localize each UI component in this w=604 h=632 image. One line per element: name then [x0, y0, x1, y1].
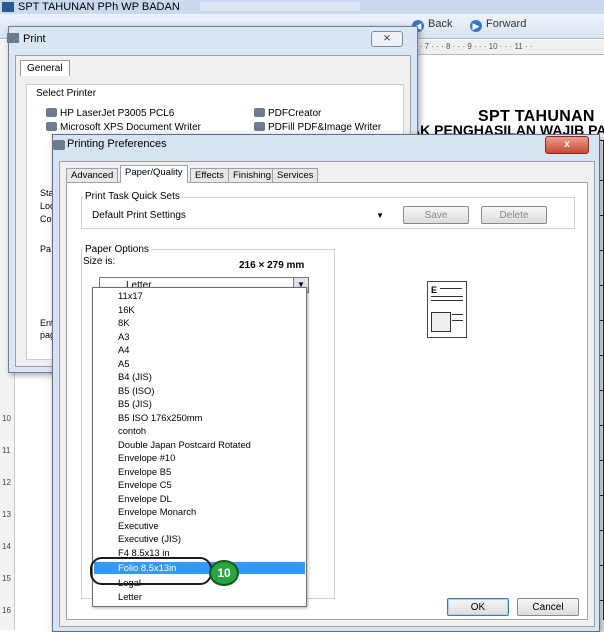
ruler-number: 10	[2, 414, 11, 423]
word-window-title: SPT TAHUNAN PPh WP BADAN	[18, 1, 180, 13]
select-printer-label: Select Printer	[34, 88, 99, 99]
printer-name: Microsoft XPS Document Writer	[60, 122, 201, 133]
printer-item[interactable]: HP LaserJet P3005 PCL6	[46, 108, 174, 119]
horizontal-ruler: · · · 7 · · · 8 · · · 9 · · · 10 · · · 1…	[410, 40, 604, 55]
list-item[interactable]: contoh	[94, 425, 305, 437]
annotation-highlight-ring	[90, 557, 212, 585]
ok-button[interactable]: OK	[447, 598, 509, 616]
list-item[interactable]: A5	[94, 358, 305, 370]
preview-line	[452, 320, 463, 321]
printer-item[interactable]: PDFill PDF&Image Writer	[254, 122, 381, 133]
tab-services[interactable]: Services	[272, 168, 319, 183]
forward-label: Forward	[486, 18, 527, 30]
title-blur	[200, 2, 360, 11]
quick-sets-select[interactable]: Default Print Settings ▼	[87, 207, 387, 223]
print-close-button[interactable]: ⨯	[371, 31, 403, 47]
list-item[interactable]: Executive	[94, 520, 305, 532]
print-dialog-title: Print	[23, 33, 46, 45]
prefs-close-button[interactable]: x	[545, 136, 589, 154]
back-button[interactable]: ◀Back	[412, 18, 452, 32]
tab-finishing[interactable]: Finishing	[228, 168, 277, 183]
tab-general[interactable]: General	[20, 60, 70, 76]
size-value: 216 × 279 mm	[239, 260, 305, 271]
printer-icon	[254, 108, 265, 117]
size-is-label: Size is:	[83, 256, 116, 267]
printer-item[interactable]: PDFCreator	[254, 108, 321, 119]
step-number-badge: 10	[209, 560, 239, 586]
tab-paper-quality[interactable]: Paper/Quality	[120, 165, 188, 183]
list-item[interactable]: B5 (JIS)	[94, 398, 305, 410]
word-app-icon	[2, 2, 14, 12]
printer-name: PDFCreator	[268, 108, 322, 119]
cancel-button[interactable]: Cancel	[517, 598, 579, 616]
list-item[interactable]: Envelope C5	[94, 479, 305, 491]
list-item[interactable]: 8K	[94, 317, 305, 329]
preview-line	[440, 288, 462, 289]
ruler-number: 14	[2, 542, 11, 551]
list-item[interactable]: Letter	[94, 591, 305, 603]
ruler-number: 11	[2, 446, 11, 455]
dropdown-arrow-icon: ▼	[376, 211, 384, 220]
forward-button[interactable]: ▶ Forward	[470, 18, 526, 32]
forward-arrow-icon: ▶	[470, 20, 482, 32]
list-item[interactable]: Envelope B5	[94, 466, 305, 478]
printer-icon	[7, 33, 19, 43]
save-button[interactable]: Save	[403, 206, 469, 224]
printer-icon	[46, 122, 57, 131]
tab-advanced[interactable]: Advanced	[66, 168, 119, 183]
delete-button[interactable]: Delete	[481, 206, 547, 224]
printer-icon	[254, 122, 265, 131]
list-item[interactable]: Envelope #10	[94, 452, 305, 464]
comment-label-fragment: Co	[40, 214, 52, 224]
prefs-dialog-title: Printing Preferences	[67, 138, 167, 150]
list-item[interactable]: Envelope DL	[94, 493, 305, 505]
list-item[interactable]: B4 (JIS)	[94, 371, 305, 383]
preview-glyph: E	[431, 285, 438, 295]
list-item[interactable]: Executive (JIS)	[94, 533, 305, 545]
list-item[interactable]: Envelope Monarch	[94, 506, 305, 518]
list-item[interactable]: 11x17	[94, 290, 305, 302]
preview-line	[452, 314, 463, 315]
quick-sets-value: Default Print Settings	[92, 210, 186, 221]
quick-sets-label: Print Task Quick Sets	[83, 191, 182, 202]
page-range-label-fragment: Pa	[40, 244, 52, 254]
printer-name: HP LaserJet P3005 PCL6	[60, 108, 175, 119]
paper-options-label: Paper Options	[83, 244, 151, 255]
preview-chart-icon	[431, 312, 451, 332]
printer-icon	[53, 140, 65, 150]
preview-line	[431, 296, 463, 297]
ruler-number: 16	[2, 606, 11, 615]
list-item[interactable]: A4	[94, 344, 305, 356]
ruler-number: 12	[2, 478, 11, 487]
printer-icon	[46, 108, 57, 117]
printer-item[interactable]: Microsoft XPS Document Writer	[46, 122, 201, 133]
tab-effects[interactable]: Effects	[190, 168, 229, 183]
list-item[interactable]: B5 ISO 176x250mm	[94, 412, 305, 424]
ruler-number: 15	[2, 574, 11, 583]
paper-preview: E	[427, 281, 467, 338]
preview-line	[431, 300, 463, 301]
back-label: Back	[428, 18, 453, 30]
list-item[interactable]: A3	[94, 331, 305, 343]
printer-name: PDFill PDF&Image Writer	[268, 122, 382, 133]
list-item[interactable]: Double Japan Postcard Rotated	[94, 439, 305, 451]
list-item[interactable]: B5 (ISO)	[94, 385, 305, 397]
ruler-number: 13	[2, 510, 11, 519]
list-item[interactable]: 16K	[94, 304, 305, 316]
